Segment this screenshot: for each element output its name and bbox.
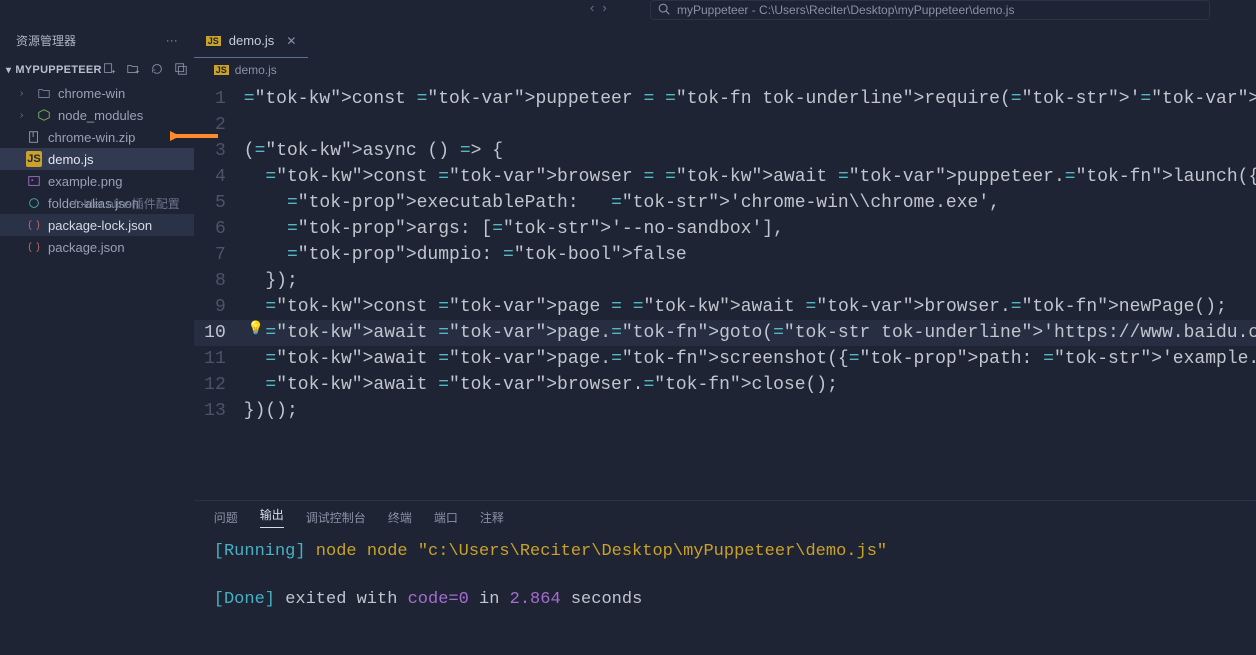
breadcrumb-text: demo.js	[235, 63, 277, 77]
json2-icon	[26, 217, 42, 233]
nav-back-icon[interactable]: ‹	[590, 0, 594, 15]
collapse-all-icon[interactable]	[174, 62, 188, 79]
line-number: 8	[194, 268, 244, 294]
panel-tab[interactable]: 注释	[480, 509, 504, 526]
tab-label: demo.js	[229, 33, 275, 48]
line-number: 13	[194, 398, 244, 424]
more-icon[interactable]: ···	[166, 33, 178, 47]
json-icon	[26, 195, 42, 211]
code-line[interactable]: 12 ="tok-kw">await ="tok-var">browser.="…	[194, 372, 1256, 398]
panel-tab[interactable]: 终端	[388, 509, 412, 526]
json2-icon	[26, 239, 42, 255]
tree-file[interactable]: example.png	[0, 170, 194, 192]
editor-area: JS demo.js ✕ JS demo.js 💡 1="tok-kw">const…	[194, 22, 1256, 655]
code-line[interactable]: 4 ="tok-kw">const ="tok-var">browser = =…	[194, 164, 1256, 190]
code-area[interactable]: 💡 1="tok-kw">const ="tok-var">puppeteer …	[194, 82, 1256, 500]
panel-tab[interactable]: 问题	[214, 509, 238, 526]
panel-tab[interactable]: 端口	[434, 509, 458, 526]
project-header[interactable]: ▾ MYPUPPETEER	[0, 58, 194, 82]
editor-tab[interactable]: JS demo.js ✕	[194, 24, 309, 58]
js-icon: JS	[206, 36, 221, 46]
project-name: MYPUPPETEER	[15, 64, 101, 76]
code-line[interactable]: 11 ="tok-kw">await ="tok-var">page.="tok…	[194, 346, 1256, 372]
panel-tab[interactable]: 输出	[260, 506, 284, 528]
js-icon: JS	[214, 65, 229, 75]
lightbulb-icon[interactable]: 💡	[248, 320, 264, 336]
code-line[interactable]: 6 ="tok-prop">args: [="tok-str">'--no-sa…	[194, 216, 1256, 242]
breadcrumb[interactable]: JS demo.js	[194, 58, 1256, 82]
code-line[interactable]: 7 ="tok-prop">dumpio: ="tok-bool">false	[194, 242, 1256, 268]
line-number: 12	[194, 372, 244, 398]
code-line[interactable]: 1="tok-kw">const ="tok-var">puppeteer = …	[194, 86, 1256, 112]
line-number: 3	[194, 138, 244, 164]
output-running-label: [Running]	[214, 542, 306, 561]
code-line[interactable]: 13})();	[194, 398, 1256, 424]
tree-item-label: node_modules	[58, 108, 143, 123]
main: 资源管理器 ··· ▾ MYPUPPETEER › chrome-win › node…	[0, 22, 1256, 655]
path-text: myPuppeteer - C:\Users\Reciter\Desktop\m…	[677, 3, 1014, 17]
explorer-header: 资源管理器 ···	[0, 22, 194, 58]
bottom-panel: 问题 输出 调试控制台 终端 端口 注释 [Running] node node "c:\…	[194, 500, 1256, 655]
file-tree: › chrome-win › node_modules chrome-win.zip JS…	[0, 82, 194, 258]
line-number: 5	[194, 190, 244, 216]
png-icon	[26, 173, 42, 189]
code-line[interactable]: 3(="tok-kw">async () => {	[194, 138, 1256, 164]
nm-icon	[36, 107, 52, 123]
js-icon: JS	[26, 151, 42, 167]
tree-file[interactable]: package-lock.json	[0, 214, 194, 236]
tree-folder[interactable]: › chrome-win	[0, 82, 194, 104]
zip-icon	[26, 129, 42, 145]
line-number: 11	[194, 346, 244, 372]
tree-item-label: package.json	[48, 240, 125, 255]
nav-arrows: ‹ ›	[590, 0, 607, 15]
code-line[interactable]: 10 ="tok-kw">await ="tok-var">page.="tok…	[194, 320, 1256, 346]
chevron-right-icon: ›	[20, 110, 30, 121]
tree-file[interactable]: package.json	[0, 236, 194, 258]
code-line[interactable]: 9 ="tok-kw">const ="tok-var">page = ="to…	[194, 294, 1256, 320]
line-number: 4	[194, 164, 244, 190]
tree-file[interactable]: JS demo.js	[0, 148, 194, 170]
tree-item-label: demo.js	[48, 152, 94, 167]
path-box[interactable]: myPuppeteer - C:\Users\Reciter\Desktop\m…	[650, 0, 1210, 20]
output-done-label: [Done]	[214, 590, 275, 609]
tree-item-label: chrome-win	[58, 86, 125, 101]
tree-file[interactable]: folder-alias.jsonfolder alias插件配置	[0, 192, 194, 214]
output-cmd: node "c:\Users\Reciter\Desktop\myPuppete…	[367, 542, 887, 561]
explorer-title: 资源管理器	[16, 32, 76, 49]
line-number: 7	[194, 242, 244, 268]
chevron-down-icon: ▾	[6, 65, 11, 76]
panel-output[interactable]: [Running] node node "c:\Users\Reciter\De…	[194, 533, 1256, 619]
search-icon	[657, 2, 671, 19]
explorer-sidebar: 资源管理器 ··· ▾ MYPUPPETEER › chrome-win › node…	[0, 22, 194, 655]
folder-icon	[36, 85, 52, 101]
nav-forward-icon[interactable]: ›	[602, 0, 606, 15]
tree-folder[interactable]: › node_modules	[0, 104, 194, 126]
line-number: 1	[194, 86, 244, 112]
line-number: 10	[194, 320, 244, 346]
line-number: 6	[194, 216, 244, 242]
line-number: 2	[194, 112, 244, 138]
tree-item-label: package-lock.json	[48, 218, 152, 233]
new-folder-icon[interactable]	[126, 62, 140, 79]
tree-item-label: example.png	[48, 174, 122, 189]
project-actions	[102, 62, 188, 79]
editor-tabs: JS demo.js ✕	[194, 22, 1256, 58]
tree-item-hint: folder alias插件配置	[74, 195, 180, 212]
line-number: 9	[194, 294, 244, 320]
panel-tabs: 问题 输出 调试控制台 终端 端口 注释	[194, 501, 1256, 533]
chevron-right-icon: ›	[20, 88, 30, 99]
code-line[interactable]: 5 ="tok-prop">executablePath: ="tok-str"…	[194, 190, 1256, 216]
code-line[interactable]: 2	[194, 112, 1256, 138]
panel-tab[interactable]: 调试控制台	[306, 509, 366, 526]
tree-item-label: chrome-win.zip	[48, 130, 135, 145]
tree-file[interactable]: chrome-win.zip	[0, 126, 194, 148]
title-bar: ‹ › myPuppeteer - C:\Users\Reciter\Deskt…	[0, 0, 1256, 22]
new-file-icon[interactable]	[102, 62, 116, 79]
close-icon[interactable]: ✕	[286, 34, 296, 48]
refresh-icon[interactable]	[150, 62, 164, 79]
code-line[interactable]: 8 });	[194, 268, 1256, 294]
